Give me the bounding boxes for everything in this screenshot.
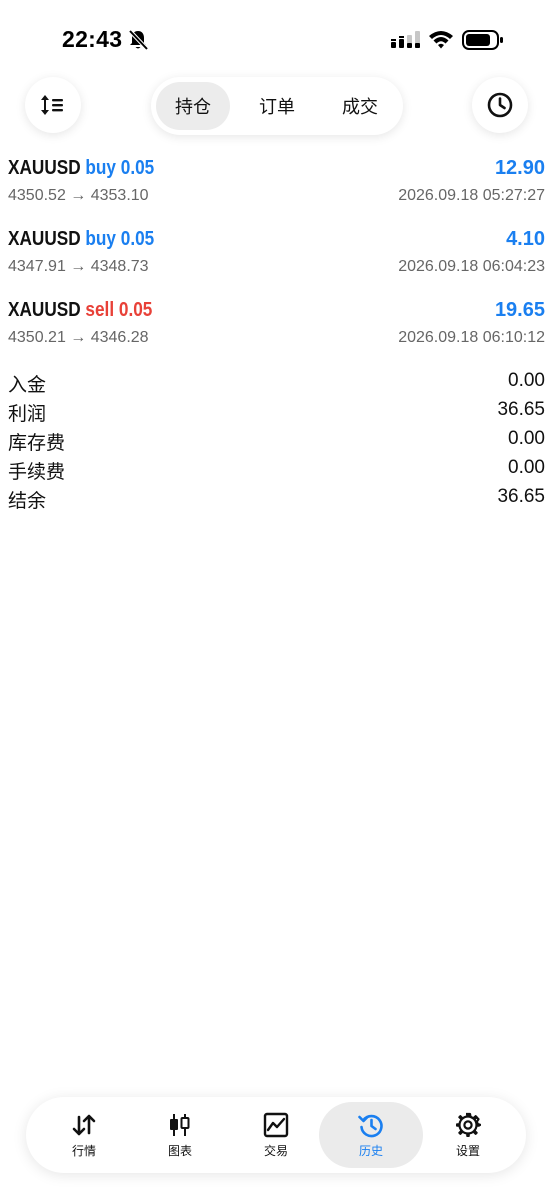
nav-label: 历史: [358, 1143, 383, 1158]
deal-prices: 4350.21 → 4346.28: [8, 329, 149, 346]
summary-value: 36.65: [497, 399, 545, 420]
nav-label: 行情: [71, 1143, 96, 1158]
deal-symbol-name: XAUUSD: [8, 228, 81, 250]
period-button[interactable]: [472, 77, 528, 133]
deal-profit: 19.65: [494, 299, 545, 321]
summary-profit: 利润 36.65: [0, 399, 553, 428]
summary-label: 入金: [8, 375, 47, 396]
trade-icon: [263, 1112, 289, 1137]
deal-prices: 4347.91 → 4348.73: [8, 258, 149, 275]
deal-profit: 12.90: [494, 157, 545, 179]
summary-value: 0.00: [508, 370, 545, 391]
deal-symbol: XAUUSD sell 0.05: [8, 299, 152, 322]
deal-profit: 4.10: [506, 228, 545, 250]
cellular-signal-icon: [391, 31, 420, 48]
wifi-icon: [429, 31, 453, 49]
deal-prices: 4350.52 → 4353.10: [8, 187, 149, 204]
deal-volume: buy 0.05: [85, 228, 155, 250]
deal-symbol-name: XAUUSD: [8, 299, 81, 321]
nav-chart[interactable]: 图表: [128, 1102, 232, 1168]
summary-commission: 手续费 0.00: [0, 457, 553, 486]
history-icon: [358, 1114, 383, 1137]
tab-positions[interactable]: 持仓: [156, 82, 230, 130]
deal-volume: buy 0.05: [85, 157, 155, 179]
summary-label: 利润: [8, 404, 47, 425]
deal-volume: sell 0.05: [85, 299, 153, 321]
deal-time: 2026.09.18 06:04:23: [398, 258, 545, 275]
nav-label: 设置: [455, 1143, 480, 1158]
sort-button[interactable]: [25, 77, 81, 133]
summary-value: 0.00: [508, 428, 545, 449]
deal-symbol: XAUUSD buy 0.05: [8, 157, 154, 180]
nav-label: 交易: [263, 1143, 288, 1158]
deal-symbol-name: XAUUSD: [8, 157, 81, 179]
bell-slash-icon: [128, 29, 149, 51]
tab-orders[interactable]: 订单: [240, 82, 314, 130]
quotes-icon: [72, 1114, 96, 1135]
deal-row[interactable]: XAUUSD buy 0.05 12.90 4350.52 → 4353.10 …: [0, 157, 553, 217]
settings-icon: [456, 1112, 481, 1137]
deal-symbol: XAUUSD buy 0.05: [8, 228, 154, 251]
bottom-nav: 行情 图表 交易 历史 设置: [26, 1097, 526, 1173]
summary-label: 结余: [8, 491, 47, 512]
deal-time: 2026.09.18 05:27:27: [398, 187, 545, 204]
battery-icon: [462, 30, 503, 50]
nav-settings[interactable]: 设置: [416, 1102, 520, 1168]
summary-label: 手续费: [8, 462, 66, 483]
view-tabs: 持仓 订单 成交: [151, 77, 403, 135]
summary-value: 0.00: [508, 457, 545, 478]
nav-history[interactable]: 历史: [319, 1102, 423, 1168]
status-time: 22:43: [62, 26, 123, 52]
deal-row[interactable]: XAUUSD sell 0.05 19.65 4350.21 → 4346.28…: [0, 299, 553, 359]
deal-row[interactable]: XAUUSD buy 0.05 4.10 4347.91 → 4348.73 2…: [0, 228, 553, 288]
deal-time: 2026.09.18 06:10:12: [398, 329, 545, 346]
nav-quotes[interactable]: 行情: [32, 1102, 136, 1168]
summary-swap: 库存费 0.00: [0, 428, 553, 457]
nav-trade[interactable]: 交易: [224, 1102, 328, 1168]
summary-label: 库存费: [8, 433, 66, 454]
tab-deals[interactable]: 成交: [323, 82, 397, 130]
summary-balance: 结余 36.65: [0, 486, 553, 515]
nav-label: 图表: [167, 1143, 192, 1158]
status-bar: 22:43: [0, 0, 553, 80]
clock-icon: [487, 92, 513, 118]
summary-deposit: 入金 0.00: [0, 370, 553, 399]
sort-icon: [41, 95, 63, 115]
summary-value: 36.65: [497, 486, 545, 507]
chart-icon: [170, 1113, 190, 1136]
